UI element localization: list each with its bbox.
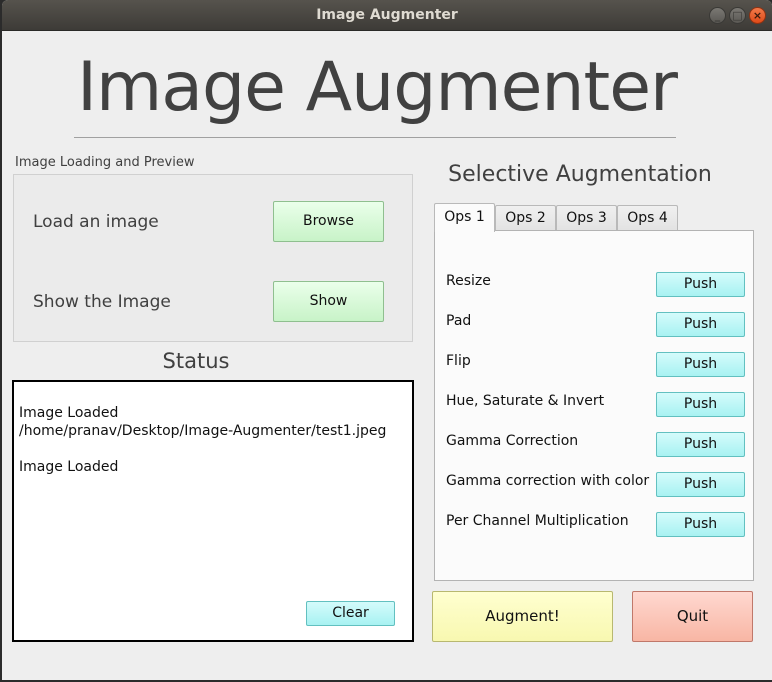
show-button[interactable]: Show — [273, 281, 384, 322]
status-log: Image Loaded /home/pranav/Desktop/Image-… — [19, 405, 387, 475]
op-gamma-color-label: Gamma correction with color — [446, 473, 650, 489]
tab-ops-4[interactable]: Ops 4 — [617, 205, 678, 231]
op-per-channel-mult-label: Per Channel Multiplication — [446, 513, 629, 529]
maximize-icon: □ — [732, 9, 743, 22]
tab-ops-3[interactable]: Ops 3 — [556, 205, 617, 231]
load-image-label: Load an image — [33, 212, 159, 232]
close-icon: × — [752, 9, 763, 22]
loading-group-label: Image Loading and Preview — [15, 155, 195, 170]
tab-ops-2[interactable]: Ops 2 — [495, 205, 556, 231]
status-textbox[interactable]: Image Loaded /home/pranav/Desktop/Image-… — [12, 380, 414, 642]
app-heading: Image Augmenter — [77, 48, 678, 127]
heading-divider — [74, 137, 676, 138]
minimize-button[interactable]: _ — [709, 7, 726, 24]
flip-push-button[interactable]: Push — [656, 352, 745, 377]
show-image-label: Show the Image — [33, 292, 171, 312]
per-channel-mult-push-button[interactable]: Push — [656, 512, 745, 537]
gamma-correction-push-button[interactable]: Push — [656, 432, 745, 457]
minimize-icon: _ — [714, 9, 721, 22]
loading-group: Load an image Browse Show the Image Show — [13, 174, 413, 342]
gamma-color-push-button[interactable]: Push — [656, 472, 745, 497]
augmentation-heading: Selective Augmentation — [448, 162, 712, 187]
pad-push-button[interactable]: Push — [656, 312, 745, 337]
browse-button[interactable]: Browse — [273, 201, 384, 242]
op-pad-label: Pad — [446, 313, 472, 329]
quit-button[interactable]: Quit — [632, 591, 753, 642]
augment-button[interactable]: Augment! — [432, 591, 613, 642]
op-hue-saturate-invert-label: Hue, Saturate & Invert — [446, 393, 605, 409]
resize-push-button[interactable]: Push — [656, 272, 745, 297]
op-gamma-correction-label: Gamma Correction — [446, 433, 579, 449]
maximize-button[interactable]: □ — [729, 7, 746, 24]
op-resize-label: Resize — [446, 273, 491, 289]
tab-ops-1[interactable]: Ops 1 — [434, 203, 495, 232]
window-title: Image Augmenter — [316, 7, 458, 23]
status-heading: Status — [162, 349, 230, 373]
title-bar[interactable]: Image Augmenter _ □ × — [2, 0, 772, 31]
close-button[interactable]: × — [749, 7, 766, 24]
hue-saturate-invert-push-button[interactable]: Push — [656, 392, 745, 417]
clear-button[interactable]: Clear — [306, 601, 395, 626]
ops-1-panel: Resize Push Pad Push Flip Push Hue, Satu… — [434, 230, 754, 581]
op-flip-label: Flip — [446, 353, 471, 369]
app-window: Image Augmenter _ □ × Image Augmenter Im… — [2, 0, 772, 680]
